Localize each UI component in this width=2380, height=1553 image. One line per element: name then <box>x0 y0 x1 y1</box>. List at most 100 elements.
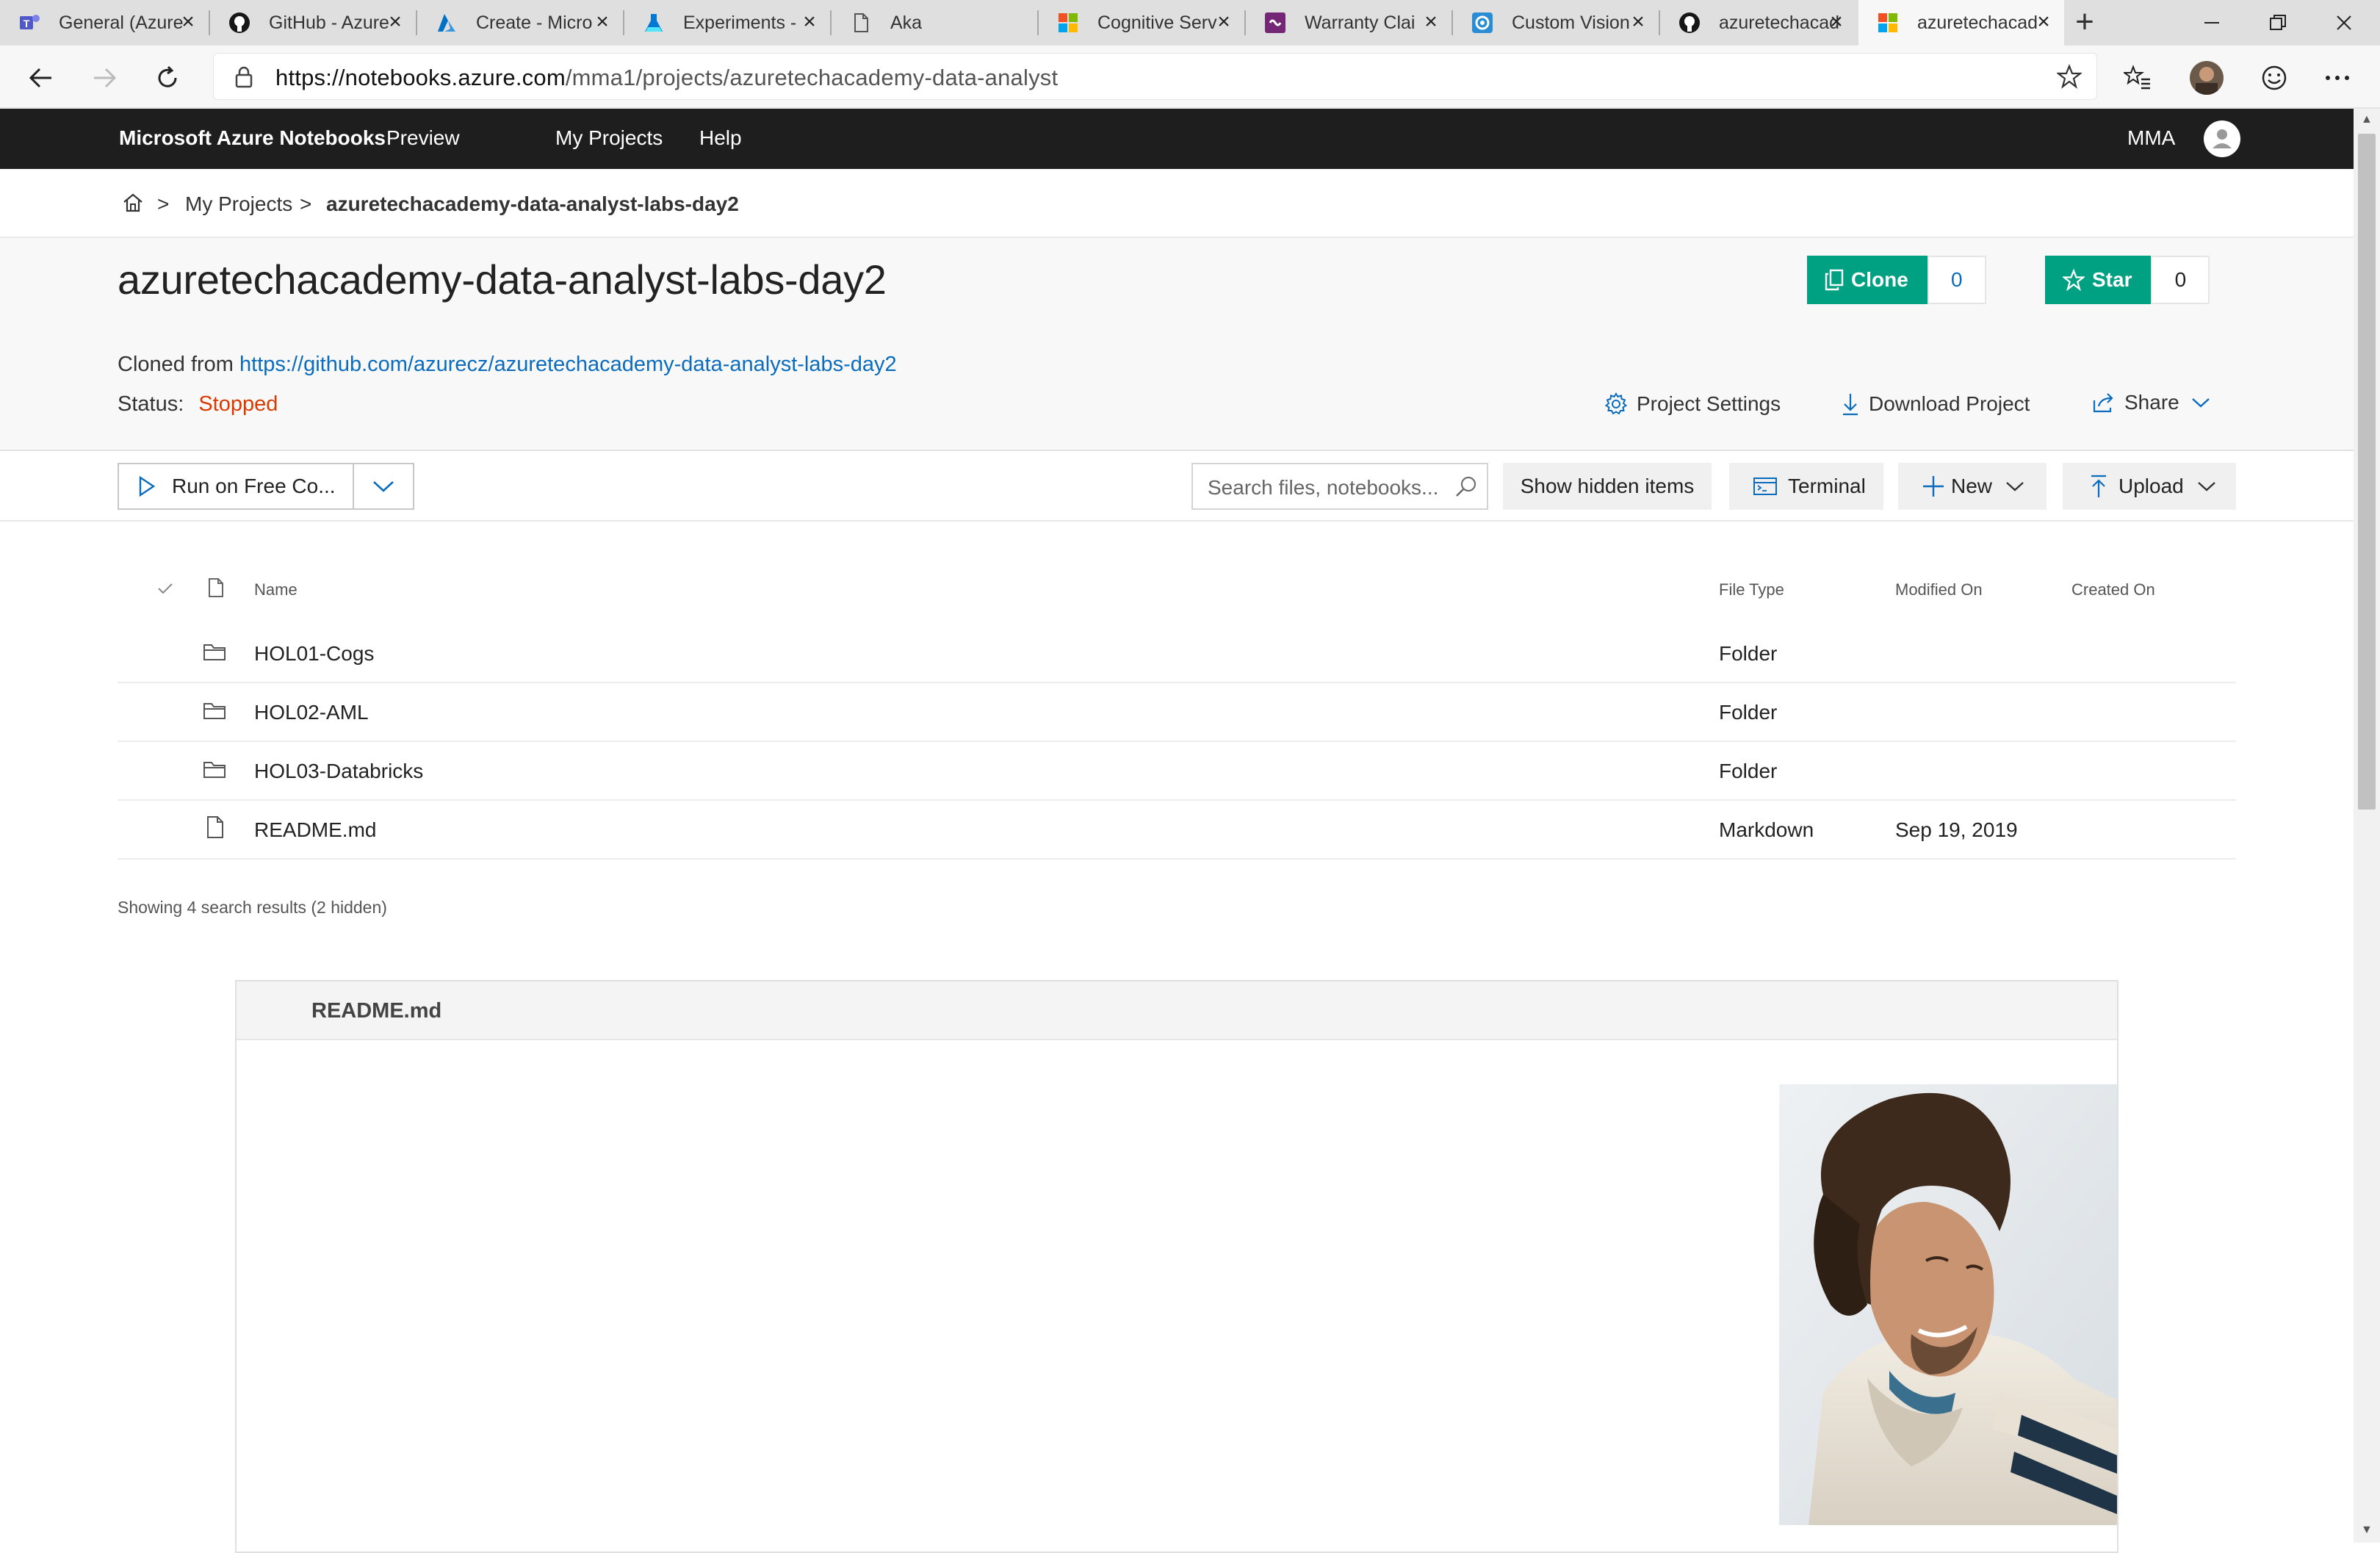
copy-icon <box>1825 269 1844 291</box>
breadcrumb-my-projects[interactable]: My Projects <box>185 192 292 216</box>
forward-arrow-icon[interactable] <box>82 56 126 100</box>
profile-avatar[interactable] <box>2185 56 2229 100</box>
nav-my-projects[interactable]: My Projects <box>555 126 663 150</box>
terminal-label: Terminal <box>1788 475 1866 497</box>
user-name[interactable]: MMA <box>2127 126 2175 150</box>
browser-tab-1[interactable]: GitHub - Azure × <box>210 0 416 46</box>
table-row[interactable]: HOL03-Databricks Folder <box>118 742 2236 801</box>
clone-count[interactable]: 0 <box>1927 256 1986 304</box>
breadcrumb-current: azuretechacademy-data-analyst-labs-day2 <box>326 192 739 215</box>
download-project-label: Download Project <box>1869 392 2030 415</box>
column-header-created[interactable]: Created On <box>2071 580 2155 599</box>
close-icon[interactable]: × <box>798 10 821 34</box>
project-settings-button[interactable]: Project Settings <box>1604 392 1781 416</box>
browser-tab-3[interactable]: Experiments - × <box>624 0 830 46</box>
brand-title[interactable]: Microsoft Azure Notebooks <box>119 126 386 150</box>
lock-icon <box>234 65 253 93</box>
clone-button[interactable]: Clone <box>1807 256 1928 304</box>
browser-tab-6[interactable]: Warranty Clai × <box>1246 0 1452 46</box>
user-avatar-icon[interactable] <box>2204 120 2240 161</box>
star-label: Star <box>2092 268 2132 291</box>
preview-label: Preview <box>386 126 460 149</box>
minimize-icon[interactable] <box>2179 0 2245 46</box>
close-icon[interactable]: × <box>591 10 614 34</box>
table-row[interactable]: HOL02-AML Folder <box>118 683 2236 742</box>
run-dropdown-chevron-icon[interactable] <box>354 464 413 508</box>
url-field[interactable]: https://notebooks.azure.com/mma1/project… <box>213 53 2097 100</box>
readme-title: README.md <box>311 999 442 1023</box>
github-icon <box>228 11 251 35</box>
close-icon[interactable]: × <box>1419 10 1443 34</box>
browser-tab-5[interactable]: Cognitive Serv × <box>1039 0 1244 46</box>
browser-tab-0[interactable]: T General (Azure × <box>0 0 209 46</box>
plus-icon <box>1922 475 1945 498</box>
favorite-star-icon[interactable] <box>2055 64 2083 93</box>
show-hidden-items-button[interactable]: Show hidden items <box>1503 463 1712 510</box>
file-type-column-icon <box>207 577 225 602</box>
file-name[interactable]: HOL01-Cogs <box>254 642 374 666</box>
upload-icon <box>2089 474 2108 499</box>
more-options-icon[interactable] <box>2315 56 2359 100</box>
column-header-name[interactable]: Name <box>254 580 298 599</box>
upload-button[interactable]: Upload <box>2063 463 2236 510</box>
browser-tab-9-active[interactable]: azuretechacad × <box>1858 0 2064 46</box>
scroll-up-arrow-icon[interactable]: ▲ <box>2361 113 2373 126</box>
search-icon[interactable] <box>1454 475 1478 502</box>
search-input[interactable]: Search files, notebooks... <box>1191 463 1488 510</box>
teams-icon: T <box>18 11 41 35</box>
star-button[interactable]: Star <box>2045 256 2152 304</box>
file-name[interactable]: HOL02-AML <box>254 701 369 724</box>
column-header-modified[interactable]: Modified On <box>1895 580 1983 599</box>
file-name[interactable]: README.md <box>254 818 376 842</box>
file-name[interactable]: HOL03-Databricks <box>254 760 423 783</box>
file-type: Folder <box>1719 760 1778 782</box>
favorites-list-icon[interactable] <box>2116 56 2160 100</box>
breadcrumb-separator: > <box>300 192 312 215</box>
close-icon[interactable]: × <box>1825 10 1848 34</box>
upload-label: Upload <box>2118 475 2184 497</box>
customvision-icon <box>1471 11 1494 35</box>
flask-icon <box>642 11 666 35</box>
readme-header: README.md <box>237 981 2117 1040</box>
home-icon[interactable] <box>122 192 144 217</box>
new-tab-icon[interactable]: + <box>2069 6 2101 40</box>
close-icon[interactable]: × <box>2032 10 2055 34</box>
scroll-down-arrow-icon[interactable]: ▼ <box>2361 1524 2373 1537</box>
azure-icon <box>435 11 458 35</box>
table-row[interactable]: HOL01-Cogs Folder <box>118 624 2236 683</box>
close-icon[interactable]: × <box>176 10 200 34</box>
window-close-icon[interactable] <box>2311 0 2377 46</box>
run-button[interactable]: Run on Free Co... <box>119 464 353 508</box>
terminal-button[interactable]: Terminal <box>1729 463 1883 510</box>
share-button[interactable]: Share <box>2092 391 2210 414</box>
back-arrow-icon[interactable] <box>19 56 63 100</box>
download-project-button[interactable]: Download Project <box>1841 392 2030 416</box>
page-icon <box>849 11 873 35</box>
smiley-feedback-icon[interactable] <box>2252 56 2296 100</box>
clone-button-group: Clone 0 <box>1807 256 1986 304</box>
select-all-checkmark-icon[interactable] <box>156 580 175 600</box>
browser-tab-4[interactable]: Aka <box>832 0 1037 46</box>
star-icon <box>2063 269 2085 291</box>
scrollbar-thumb[interactable] <box>2358 134 2376 810</box>
refresh-icon[interactable] <box>145 56 190 100</box>
github-icon <box>1678 11 1701 35</box>
breadcrumb: > My Projects > azuretechacademy-data-an… <box>0 169 2354 238</box>
nav-help[interactable]: Help <box>699 126 742 150</box>
browser-tab-2[interactable]: Create - Micro × <box>417 0 623 46</box>
close-icon[interactable]: × <box>383 10 407 34</box>
close-icon[interactable]: × <box>1212 10 1236 34</box>
browser-tab-strip: T General (Azure × GitHub - Azure × Crea… <box>0 0 2380 46</box>
search-placeholder: Search files, notebooks... <box>1208 476 1439 499</box>
star-count[interactable]: 0 <box>2151 256 2210 304</box>
close-icon[interactable]: × <box>1626 10 1650 34</box>
browser-tab-7[interactable]: Custom Vision × <box>1453 0 1659 46</box>
restore-icon[interactable] <box>2245 0 2311 46</box>
browser-tab-8[interactable]: azuretechacad × <box>1660 0 1857 46</box>
svg-text:T: T <box>24 18 30 29</box>
column-header-type[interactable]: File Type <box>1719 580 1784 599</box>
cloned-from-link[interactable]: https://github.com/azurecz/azuretechacad… <box>239 353 897 376</box>
new-button[interactable]: New <box>1898 463 2047 510</box>
url-text: https://notebooks.azure.com/mma1/project… <box>275 65 1059 90</box>
table-row[interactable]: README.md Markdown Sep 19, 2019 <box>118 801 2236 860</box>
